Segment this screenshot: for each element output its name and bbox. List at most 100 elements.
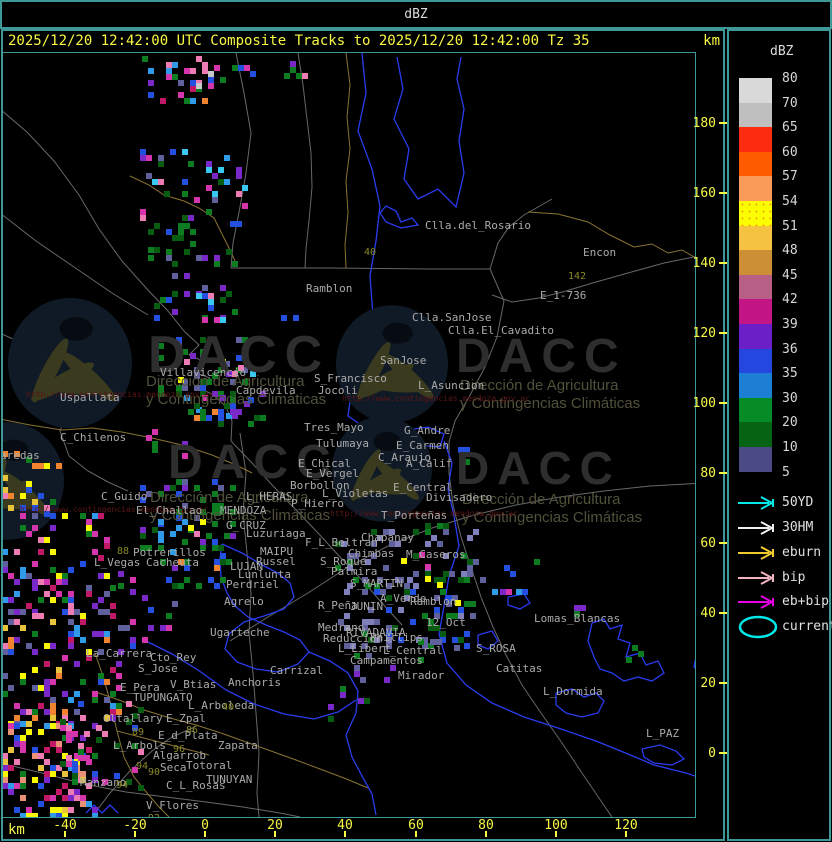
map-place-label: Palmira [331,565,378,578]
map-road-number: 89 [132,727,145,738]
legend-color-swatch [739,348,772,374]
map-place-label: Jocoli [318,384,358,397]
map-road-number: 40 [222,702,235,713]
map-place-label: Zapata [218,739,258,752]
legend-color-swatch [739,324,772,349]
map-place-label: Tres_Mayo [304,421,364,434]
legend-scale-label: 51 [782,218,798,234]
map-place-label: L_HERAS [246,490,293,503]
legend-scale-label: 57 [782,169,798,185]
map-place-label: Tulumaya [316,437,369,450]
y-axis-tick-label: 140 [692,256,716,271]
map-place-label: L_Asuncion [418,379,485,392]
top-title: dBZ [404,7,428,22]
y-axis-tick-label: 160 [692,186,716,201]
legend-arrow-label: bip [782,570,806,585]
map-place-label: Clla.El_Cavadito [448,324,554,337]
map-place-label: Seca [160,761,187,774]
map-place-label: Ramblon [410,595,457,608]
map-place-label: Ugarteche [210,626,270,639]
map-road-number: 86 [186,725,199,736]
y-axis-tick [719,472,727,474]
map-road-number: 94 [136,761,149,772]
legend-scale-label: 10 [782,440,798,455]
map-place-label: El_Challao [136,504,203,517]
legend-color-swatch [739,373,772,398]
y-axis-tick [719,752,727,754]
map-place-label: L_Dormida [543,685,603,698]
map-place-label: C_Guido [101,490,148,503]
legend-color-swatch [739,422,772,447]
legend-color-swatch [739,274,772,300]
map-place-label: Cacheuta [146,556,199,569]
map-place-label: Agrelo [224,595,264,608]
map-place-label: S_MARTIN [350,577,403,590]
map-place-label: Lomas_Blancas [534,612,621,625]
legend-arrow-label: eb+bip [782,594,829,609]
legend-arrow-label: eburn [782,545,822,560]
map-place-label: La_Carrera [86,647,153,660]
legend-scale-label: 45 [782,267,798,283]
top-title-bar: dBZ [0,0,832,29]
map-place-label: S_Jose [138,662,178,675]
x-axis-tick-label: 60 [408,818,424,833]
legend-color-swatch [739,78,772,103]
legend-scale-label: 30 [782,390,798,406]
map-place-label: E_Carmen [396,439,449,452]
legend-scale-label: 48 [782,243,798,259]
x-axis-tick-label: -20 [123,818,147,833]
y-axis-tick-label: 180 [692,116,716,131]
map-place-label: L_Vegas [94,556,141,569]
legend-arrow-eburn [738,546,775,560]
map-place-label: 12_Oct [426,616,466,629]
map-place-label: E_Vergel [306,467,359,480]
map-label-layer: Clla.del_Rosario Encon E_1-736 Ramblon Clla.… [3,53,695,818]
legend-arrow-label: 30HM [782,520,814,535]
map-road-number: 96 [173,744,186,755]
map-place-label: Villavicencio [160,366,247,379]
map-place-label: TUNUYAN [206,773,253,786]
map-place-label: Carrizal [270,664,323,677]
map-place-label: Uspallata [60,391,120,404]
composite-header-text: 2025/12/20 12:42:00 UTC Composite Tracks… [8,33,590,49]
map-place-label: aredas [3,449,40,462]
y-axis-tick [719,612,727,614]
radar-app-window: dBZ 2025/12/20 12:42:00 UTC Composite Tr… [0,0,832,842]
y-axis-tick [719,402,727,404]
legend-arrow-label: 50YD [782,495,814,510]
map-place-label: E_1-736 [540,289,587,302]
legend-color-swatch [739,447,772,472]
y-axis-tick-label: 120 [692,326,716,341]
y-axis-tick-label: 100 [692,396,716,411]
y-axis-tick [719,262,727,264]
legend-scale-label: 39 [782,317,798,332]
radar-map-viewport[interactable]: DACC Dirección de Agricultura y Contingen… [3,52,696,818]
y-axis-tick [719,332,727,334]
legend-color-swatch [739,299,772,324]
map-road-number: 92 [148,814,160,818]
legend-title: dBZ [770,44,794,59]
map-place-label: P_Hierro [291,497,344,510]
map-place-label: M_Caseros [406,548,466,561]
map-place-label: Clla.del_Rosario [425,219,531,232]
map-place-label: MENDOZA [220,504,267,517]
legend-scale-label: 65 [782,120,798,136]
x-axis-tick-label: 40 [337,818,353,833]
map-place-label: Anchoris [228,676,281,689]
map-place-label: Clla.SanJose [412,311,492,324]
legend-color-swatch [739,250,772,275]
map-place-label: C_Chilenos [60,431,127,444]
x-axis-tick-label: 100 [544,818,568,833]
map-road-number: 40 [364,247,377,258]
legend-color-swatch [739,397,772,423]
legend-color-swatch [739,225,772,251]
map-place-label: Catitas [496,662,543,675]
map-place-label: S_ROSA [476,642,516,655]
y-axis-tick-label: 0 [708,746,716,761]
map-place-label: Capdevila [236,384,296,397]
x-axis-tick-label: 20 [267,818,283,833]
legend-arrow-50YD [738,496,775,510]
legend-color-swatch [739,102,772,128]
map-place-label: V_Btias [170,678,217,691]
map-place-label: TUPUNGATO [133,691,193,704]
